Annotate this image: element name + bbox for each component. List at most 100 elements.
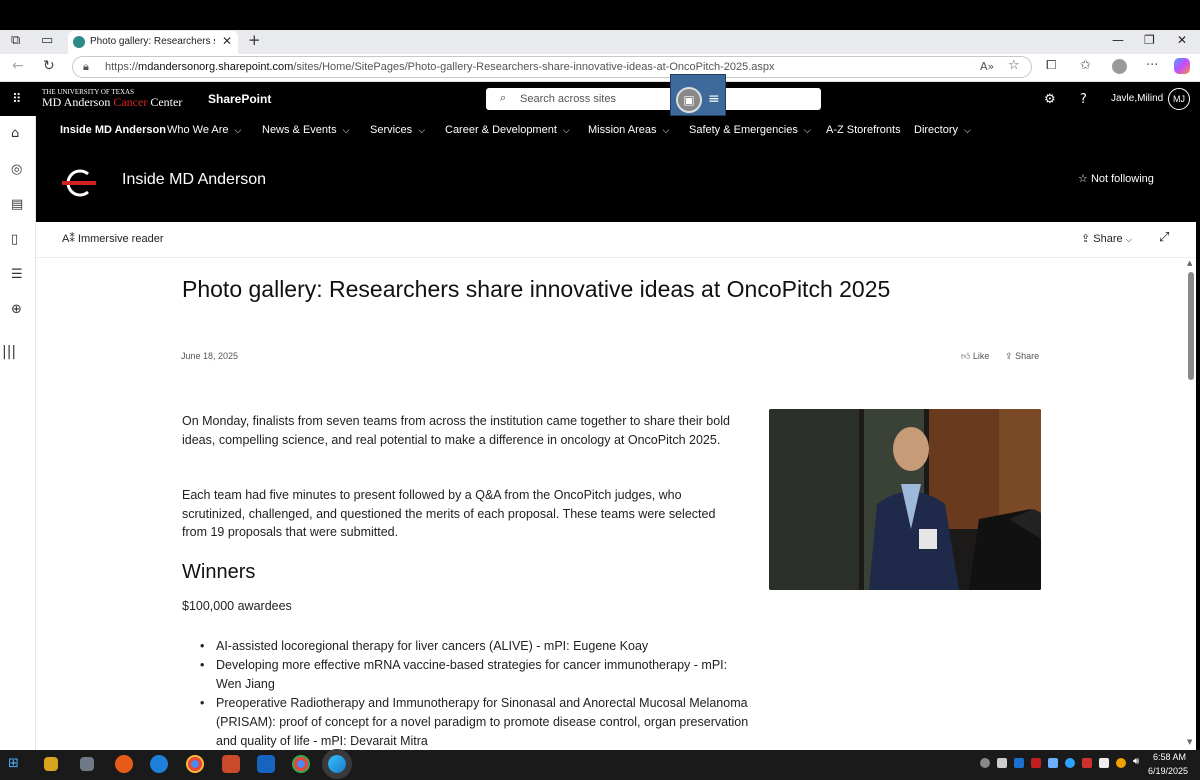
side-panel-handle-icon[interactable]: |||	[2, 344, 16, 360]
nav-news-events[interactable]: News & Events ⌵	[262, 124, 349, 136]
scrollbar-thumb[interactable]	[1188, 272, 1194, 380]
restore-icon[interactable]: ❐	[1144, 33, 1155, 47]
article-date: June 18, 2025	[181, 351, 239, 361]
extension-menu-icon[interactable]: ≡	[708, 91, 720, 107]
tab-title: Photo gallery: Researchers share i	[90, 36, 215, 47]
clock-date[interactable]: 6/19/2025	[1148, 766, 1188, 776]
workspaces-icon[interactable]: ⧉	[11, 33, 20, 48]
immersive-reader-label: Immersive reader	[77, 233, 164, 245]
app-tray-icon[interactable]	[1082, 758, 1092, 768]
site-logo-icon[interactable]	[62, 168, 98, 198]
chrome-icon[interactable]	[292, 755, 310, 773]
extension-logo-icon[interactable]: ▣	[676, 87, 702, 113]
share-button[interactable]: ⇪ Share ⌵	[1081, 232, 1132, 245]
lists-icon[interactable]: ☰	[11, 267, 23, 282]
help-icon[interactable]: ?	[1080, 92, 1087, 107]
user-name[interactable]: Javle,Milind	[1111, 93, 1163, 104]
mail-tray-icon[interactable]	[997, 758, 1007, 768]
profile-icon[interactable]	[1112, 59, 1127, 74]
doc-tray-icon[interactable]	[1099, 758, 1109, 768]
network-app-icon[interactable]	[80, 757, 94, 771]
warning-tray-icon[interactable]	[1116, 758, 1126, 768]
extension-popup[interactable]: ▣ ≡	[670, 74, 726, 116]
nav-who-we-are[interactable]: Who We Are ⌵	[167, 124, 241, 136]
extensions-icon[interactable]: ⧠	[1046, 58, 1056, 73]
avatar[interactable]: MJ	[1168, 88, 1190, 110]
like-button[interactable]: 👍︎ Like	[961, 351, 989, 362]
scroll-down-icon[interactable]: ▼	[1187, 738, 1192, 746]
article-share-label: Share	[1015, 351, 1040, 361]
chevron-down-icon: ⌵	[1125, 235, 1132, 244]
outlook-tray-icon[interactable]	[1014, 758, 1024, 768]
article-share-button[interactable]: ⇪ Share	[1005, 351, 1039, 362]
copilot-icon[interactable]	[1174, 58, 1190, 74]
address-bar[interactable]: 🔒︎ https://mdandersonorg.sharepoint.com/…	[72, 56, 1032, 78]
search-icon: ⌕	[500, 91, 507, 104]
window-top-border	[0, 0, 1200, 30]
mdanderson-logo[interactable]: THE UNIVERSITY OF TEXAS MD Anderson Canc…	[42, 89, 182, 109]
chevron-down-icon: ⌵	[562, 125, 570, 135]
expand-icon[interactable]: ⤢	[1159, 230, 1169, 245]
app-blue-icon[interactable]	[150, 755, 168, 773]
cloud-tray-icon[interactable]	[1048, 758, 1058, 768]
article-paragraph-1: On Monday, finalists from seven teams fr…	[182, 414, 730, 447]
shield-tray-icon[interactable]	[1031, 758, 1041, 768]
tray-icon[interactable]	[980, 758, 990, 768]
nav-services[interactable]: Services ⌵	[370, 124, 425, 136]
nav-inside-md-anderson[interactable]: Inside MD Anderson	[60, 124, 166, 136]
list-item: AI-assisted locoregional therapy for liv…	[200, 637, 756, 656]
globe-icon[interactable]: ◎	[11, 162, 22, 177]
file-explorer-icon[interactable]	[44, 757, 58, 771]
immersive-reader-button[interactable]: A⁑ Immersive reader	[62, 232, 163, 245]
new-tab-icon[interactable]: +	[248, 31, 261, 49]
chrome-icon[interactable]	[186, 755, 204, 773]
minimize-icon[interactable]: —	[1112, 33, 1124, 47]
like-label: Like	[972, 351, 990, 361]
nav-mission-areas[interactable]: Mission Areas ⌵	[588, 124, 669, 136]
back-icon[interactable]: ←	[12, 58, 24, 74]
settings-gear-icon[interactable]: ⚙	[1044, 92, 1056, 107]
edge-icon[interactable]	[322, 749, 352, 779]
close-window-icon[interactable]: ✕	[1177, 33, 1187, 47]
nav-az-storefronts[interactable]: A-Z Storefronts	[826, 124, 901, 136]
logo-md-text: MD Anderson	[42, 95, 114, 109]
refresh-icon[interactable]: ↻	[43, 58, 55, 74]
more-menu-icon[interactable]: ···	[1146, 58, 1158, 73]
browser-tab-active[interactable]: Photo gallery: Researchers share i ✕	[68, 31, 238, 54]
favorites-icon[interactable]: ✩	[1080, 58, 1091, 73]
clock-time[interactable]: 6:58 AM	[1153, 752, 1186, 762]
share-icon: ⇪	[1081, 233, 1091, 245]
tab-actions-icon[interactable]: ▭	[41, 33, 53, 48]
outlook-icon[interactable]	[257, 755, 275, 773]
create-icon[interactable]: ⊕	[11, 302, 22, 317]
scroll-up-icon[interactable]: ▲	[1187, 259, 1192, 267]
article-photo[interactable]	[769, 409, 1041, 590]
site-title[interactable]: Inside MD Anderson	[122, 171, 266, 189]
nav-career-development[interactable]: Career & Development ⌵	[445, 124, 570, 136]
app-launcher-icon[interactable]: ⠿	[12, 92, 22, 107]
volume-icon[interactable]: 🔊︎	[1133, 756, 1143, 767]
follow-button[interactable]: ☆ Not following	[1078, 172, 1154, 185]
list-item: Preoperative Radiotherapy and Immunother…	[200, 694, 756, 751]
search-box[interactable]: ⌕ Search across sites	[486, 88, 821, 110]
onenote-app-icon[interactable]	[115, 755, 133, 773]
scrollbar[interactable]: ▲ ▼	[1186, 258, 1196, 750]
home-icon[interactable]: ⌂	[11, 126, 19, 141]
sync-tray-icon[interactable]	[1065, 758, 1075, 768]
nav-directory[interactable]: Directory ⌵	[914, 124, 971, 136]
awardees-subheading: $100,000 awardees	[182, 599, 292, 613]
read-aloud-icon[interactable]: A»	[980, 60, 994, 73]
list-item: Developing more effective mRNA vaccine-b…	[200, 656, 756, 694]
files-icon[interactable]: ▯	[11, 232, 18, 247]
favorite-star-icon[interactable]: ☆	[1008, 58, 1020, 73]
close-tab-icon[interactable]: ✕	[222, 34, 232, 48]
logo-center-text: Center	[147, 95, 183, 109]
follow-label: Not following	[1090, 173, 1154, 185]
news-icon[interactable]: ▤	[11, 197, 23, 212]
sharepoint-app-label[interactable]: SharePoint	[208, 92, 271, 106]
nav-safety-emergencies[interactable]: Safety & Emergencies ⌵	[689, 124, 811, 136]
chevron-down-icon: ⌵	[418, 125, 426, 135]
app-red-icon[interactable]	[222, 755, 240, 773]
immersive-reader-icon: A⁑	[62, 233, 75, 245]
start-icon[interactable]: ⊞	[8, 756, 26, 774]
